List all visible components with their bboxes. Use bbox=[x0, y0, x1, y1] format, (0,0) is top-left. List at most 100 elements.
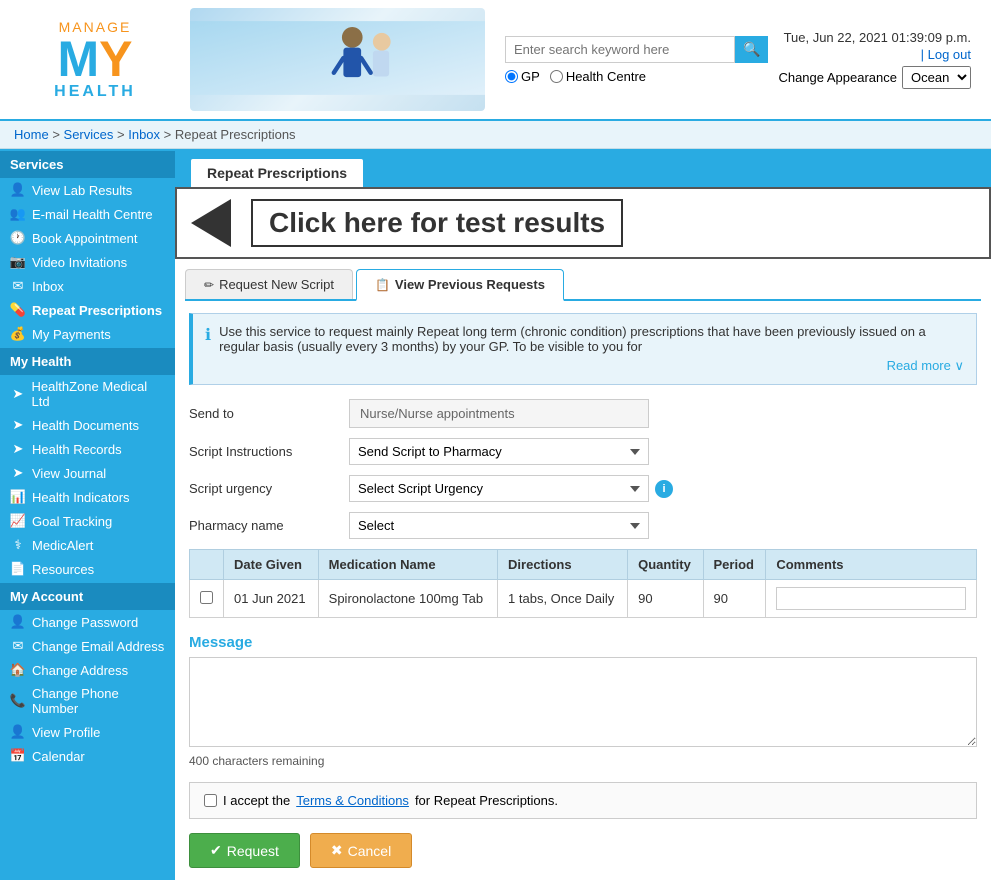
script-urgency-info-button[interactable]: i bbox=[655, 480, 673, 498]
phone-icon: 📞 bbox=[10, 693, 26, 709]
callout-arrow-icon bbox=[191, 199, 231, 247]
sidebar-item-health-documents[interactable]: ➤ Health Documents bbox=[0, 413, 175, 437]
sidebar-item-email-health-centre[interactable]: 👥 E-mail Health Centre bbox=[0, 202, 175, 226]
indicators-icon: 📊 bbox=[10, 489, 26, 505]
lab-icon: 👤 bbox=[10, 182, 26, 198]
read-more-link[interactable]: Read more ∨ bbox=[219, 358, 964, 374]
checkmark-icon: ✔ bbox=[210, 842, 222, 859]
pencil-icon: ✏ bbox=[204, 278, 214, 292]
tab-request-new-script[interactable]: ✏ Request New Script bbox=[185, 269, 353, 299]
sidebar-item-healthzone[interactable]: ➤ HealthZone Medical Ltd bbox=[0, 375, 175, 413]
sidebar-item-medicalert[interactable]: ⚕ MedicAlert bbox=[0, 533, 175, 557]
terms-row: I accept the Terms & Conditions for Repe… bbox=[189, 782, 977, 819]
x-icon: ✖ bbox=[331, 842, 343, 859]
terms-checkbox[interactable] bbox=[204, 794, 217, 807]
sidebar: Services 👤 View Lab Results 👥 E-mail Hea… bbox=[0, 149, 175, 880]
goal-icon: 📈 bbox=[10, 513, 26, 529]
col-directions: Directions bbox=[498, 550, 628, 580]
tab-view-previous-requests[interactable]: 📋 View Previous Requests bbox=[356, 269, 564, 301]
logo-area: MANAGE MY HEALTH bbox=[10, 20, 180, 100]
page-title-tab: Repeat Prescriptions bbox=[189, 157, 365, 187]
sidebar-item-my-payments[interactable]: 💰 My Payments bbox=[0, 322, 175, 346]
form-row-script-instructions: Script Instructions Send Script to Pharm… bbox=[189, 438, 977, 465]
sidebar-item-view-journal[interactable]: ➤ View Journal bbox=[0, 461, 175, 485]
change-email-icon: ✉ bbox=[10, 638, 26, 654]
col-period: Period bbox=[703, 550, 766, 580]
radio-health-centre-label[interactable]: Health Centre bbox=[550, 69, 646, 84]
page-title-bar: Repeat Prescriptions bbox=[175, 149, 991, 187]
sidebar-item-health-records[interactable]: ➤ Health Records bbox=[0, 437, 175, 461]
terms-prefix: I accept the bbox=[223, 793, 290, 808]
inbox-icon: ✉ bbox=[10, 278, 26, 294]
pharmacy-name-select[interactable]: Select bbox=[349, 512, 649, 539]
payments-icon: 💰 bbox=[10, 326, 26, 342]
radio-health-centre[interactable] bbox=[550, 70, 563, 83]
header-right: Tue, Jun 22, 2021 01:39:09 p.m. | Log ou… bbox=[768, 25, 981, 94]
sidebar-item-change-phone[interactable]: 📞 Change Phone Number bbox=[0, 682, 175, 720]
logo-m: M bbox=[57, 31, 99, 87]
sub-tabs: ✏ Request New Script 📋 View Previous Req… bbox=[185, 269, 981, 301]
sidebar-item-calendar[interactable]: 📅 Calendar bbox=[0, 744, 175, 768]
callout-banner[interactable]: Click here for test results bbox=[175, 187, 991, 259]
header: MANAGE MY HEALTH bbox=[0, 0, 991, 121]
logout-link[interactable]: | Log out bbox=[921, 47, 971, 62]
row-quantity: 90 bbox=[628, 580, 703, 618]
sidebar-item-goal-tracking[interactable]: 📈 Goal Tracking bbox=[0, 509, 175, 533]
breadcrumb-home[interactable]: Home bbox=[14, 127, 49, 142]
health-records-icon: ➤ bbox=[10, 441, 26, 457]
address-icon: 🏠 bbox=[10, 662, 26, 678]
sidebar-item-change-password[interactable]: 👤 Change Password bbox=[0, 610, 175, 634]
sidebar-services-title: Services bbox=[0, 151, 175, 178]
calendar-icon: 📅 bbox=[10, 748, 26, 764]
row-date-given: 01 Jun 2021 bbox=[224, 580, 319, 618]
prescription-table: Date Given Medication Name Directions Qu… bbox=[189, 549, 977, 618]
callout-text[interactable]: Click here for test results bbox=[251, 199, 623, 247]
main-layout: Services 👤 View Lab Results 👥 E-mail Hea… bbox=[0, 149, 991, 880]
pharmacy-name-label: Pharmacy name bbox=[189, 518, 349, 533]
table-row: 01 Jun 2021 Spironolactone 100mg Tab 1 t… bbox=[190, 580, 977, 618]
request-button[interactable]: ✔ Request bbox=[189, 833, 300, 868]
script-instructions-select[interactable]: Send Script to Pharmacy bbox=[349, 438, 649, 465]
send-to-value: Nurse/Nurse appointments bbox=[349, 399, 649, 428]
char-count: 400 characters remaining bbox=[189, 754, 977, 768]
sidebar-item-health-indicators[interactable]: 📊 Health Indicators bbox=[0, 485, 175, 509]
search-area: 🔍 GP Health Centre bbox=[505, 36, 768, 84]
logo-health: HEALTH bbox=[54, 84, 136, 100]
sidebar-item-video-invitations[interactable]: 📷 Video Invitations bbox=[0, 250, 175, 274]
sidebar-item-book-appointment[interactable]: 🕐 Book Appointment bbox=[0, 226, 175, 250]
message-textarea[interactable] bbox=[189, 657, 977, 747]
breadcrumb-current: Repeat Prescriptions bbox=[175, 127, 296, 142]
radio-gp[interactable] bbox=[505, 70, 518, 83]
appearance-label: Change Appearance bbox=[778, 70, 897, 85]
sidebar-item-view-profile[interactable]: 👤 View Profile bbox=[0, 720, 175, 744]
terms-link[interactable]: Terms & Conditions bbox=[296, 793, 409, 808]
radio-gp-label[interactable]: GP bbox=[505, 69, 540, 84]
sidebar-item-change-email[interactable]: ✉ Change Email Address bbox=[0, 634, 175, 658]
sidebar-item-resources[interactable]: 📄 Resources bbox=[0, 557, 175, 581]
journal-icon: ➤ bbox=[10, 465, 26, 481]
row-comments-input[interactable] bbox=[776, 587, 966, 610]
sidebar-item-repeat-prescriptions[interactable]: 💊 Repeat Prescriptions bbox=[0, 298, 175, 322]
row-checkbox-cell bbox=[190, 580, 224, 618]
datetime: Tue, Jun 22, 2021 01:39:09 p.m. bbox=[778, 30, 971, 45]
header-banner bbox=[190, 8, 485, 111]
sidebar-item-inbox[interactable]: ✉ Inbox bbox=[0, 274, 175, 298]
row-period: 90 bbox=[703, 580, 766, 618]
cancel-button[interactable]: ✖ Cancel bbox=[310, 833, 412, 868]
healthzone-icon: ➤ bbox=[10, 386, 26, 402]
row-medication-name: Spironolactone 100mg Tab bbox=[318, 580, 497, 618]
search-button[interactable]: 🔍 bbox=[735, 36, 768, 63]
breadcrumb-services[interactable]: Services bbox=[64, 127, 114, 142]
prescription-icon: 💊 bbox=[10, 302, 26, 318]
health-docs-icon: ➤ bbox=[10, 417, 26, 433]
row-checkbox[interactable] bbox=[200, 591, 213, 604]
form-row-pharmacy-name: Pharmacy name Select bbox=[189, 512, 977, 539]
search-input[interactable] bbox=[505, 36, 735, 63]
script-urgency-select[interactable]: Select Script Urgency bbox=[349, 475, 649, 502]
sidebar-item-change-address[interactable]: 🏠 Change Address bbox=[0, 658, 175, 682]
appearance-select[interactable]: Ocean bbox=[902, 66, 971, 89]
row-comments bbox=[766, 580, 977, 618]
breadcrumb-inbox[interactable]: Inbox bbox=[128, 127, 160, 142]
resources-icon: 📄 bbox=[10, 561, 26, 577]
sidebar-item-view-lab-results[interactable]: 👤 View Lab Results bbox=[0, 178, 175, 202]
